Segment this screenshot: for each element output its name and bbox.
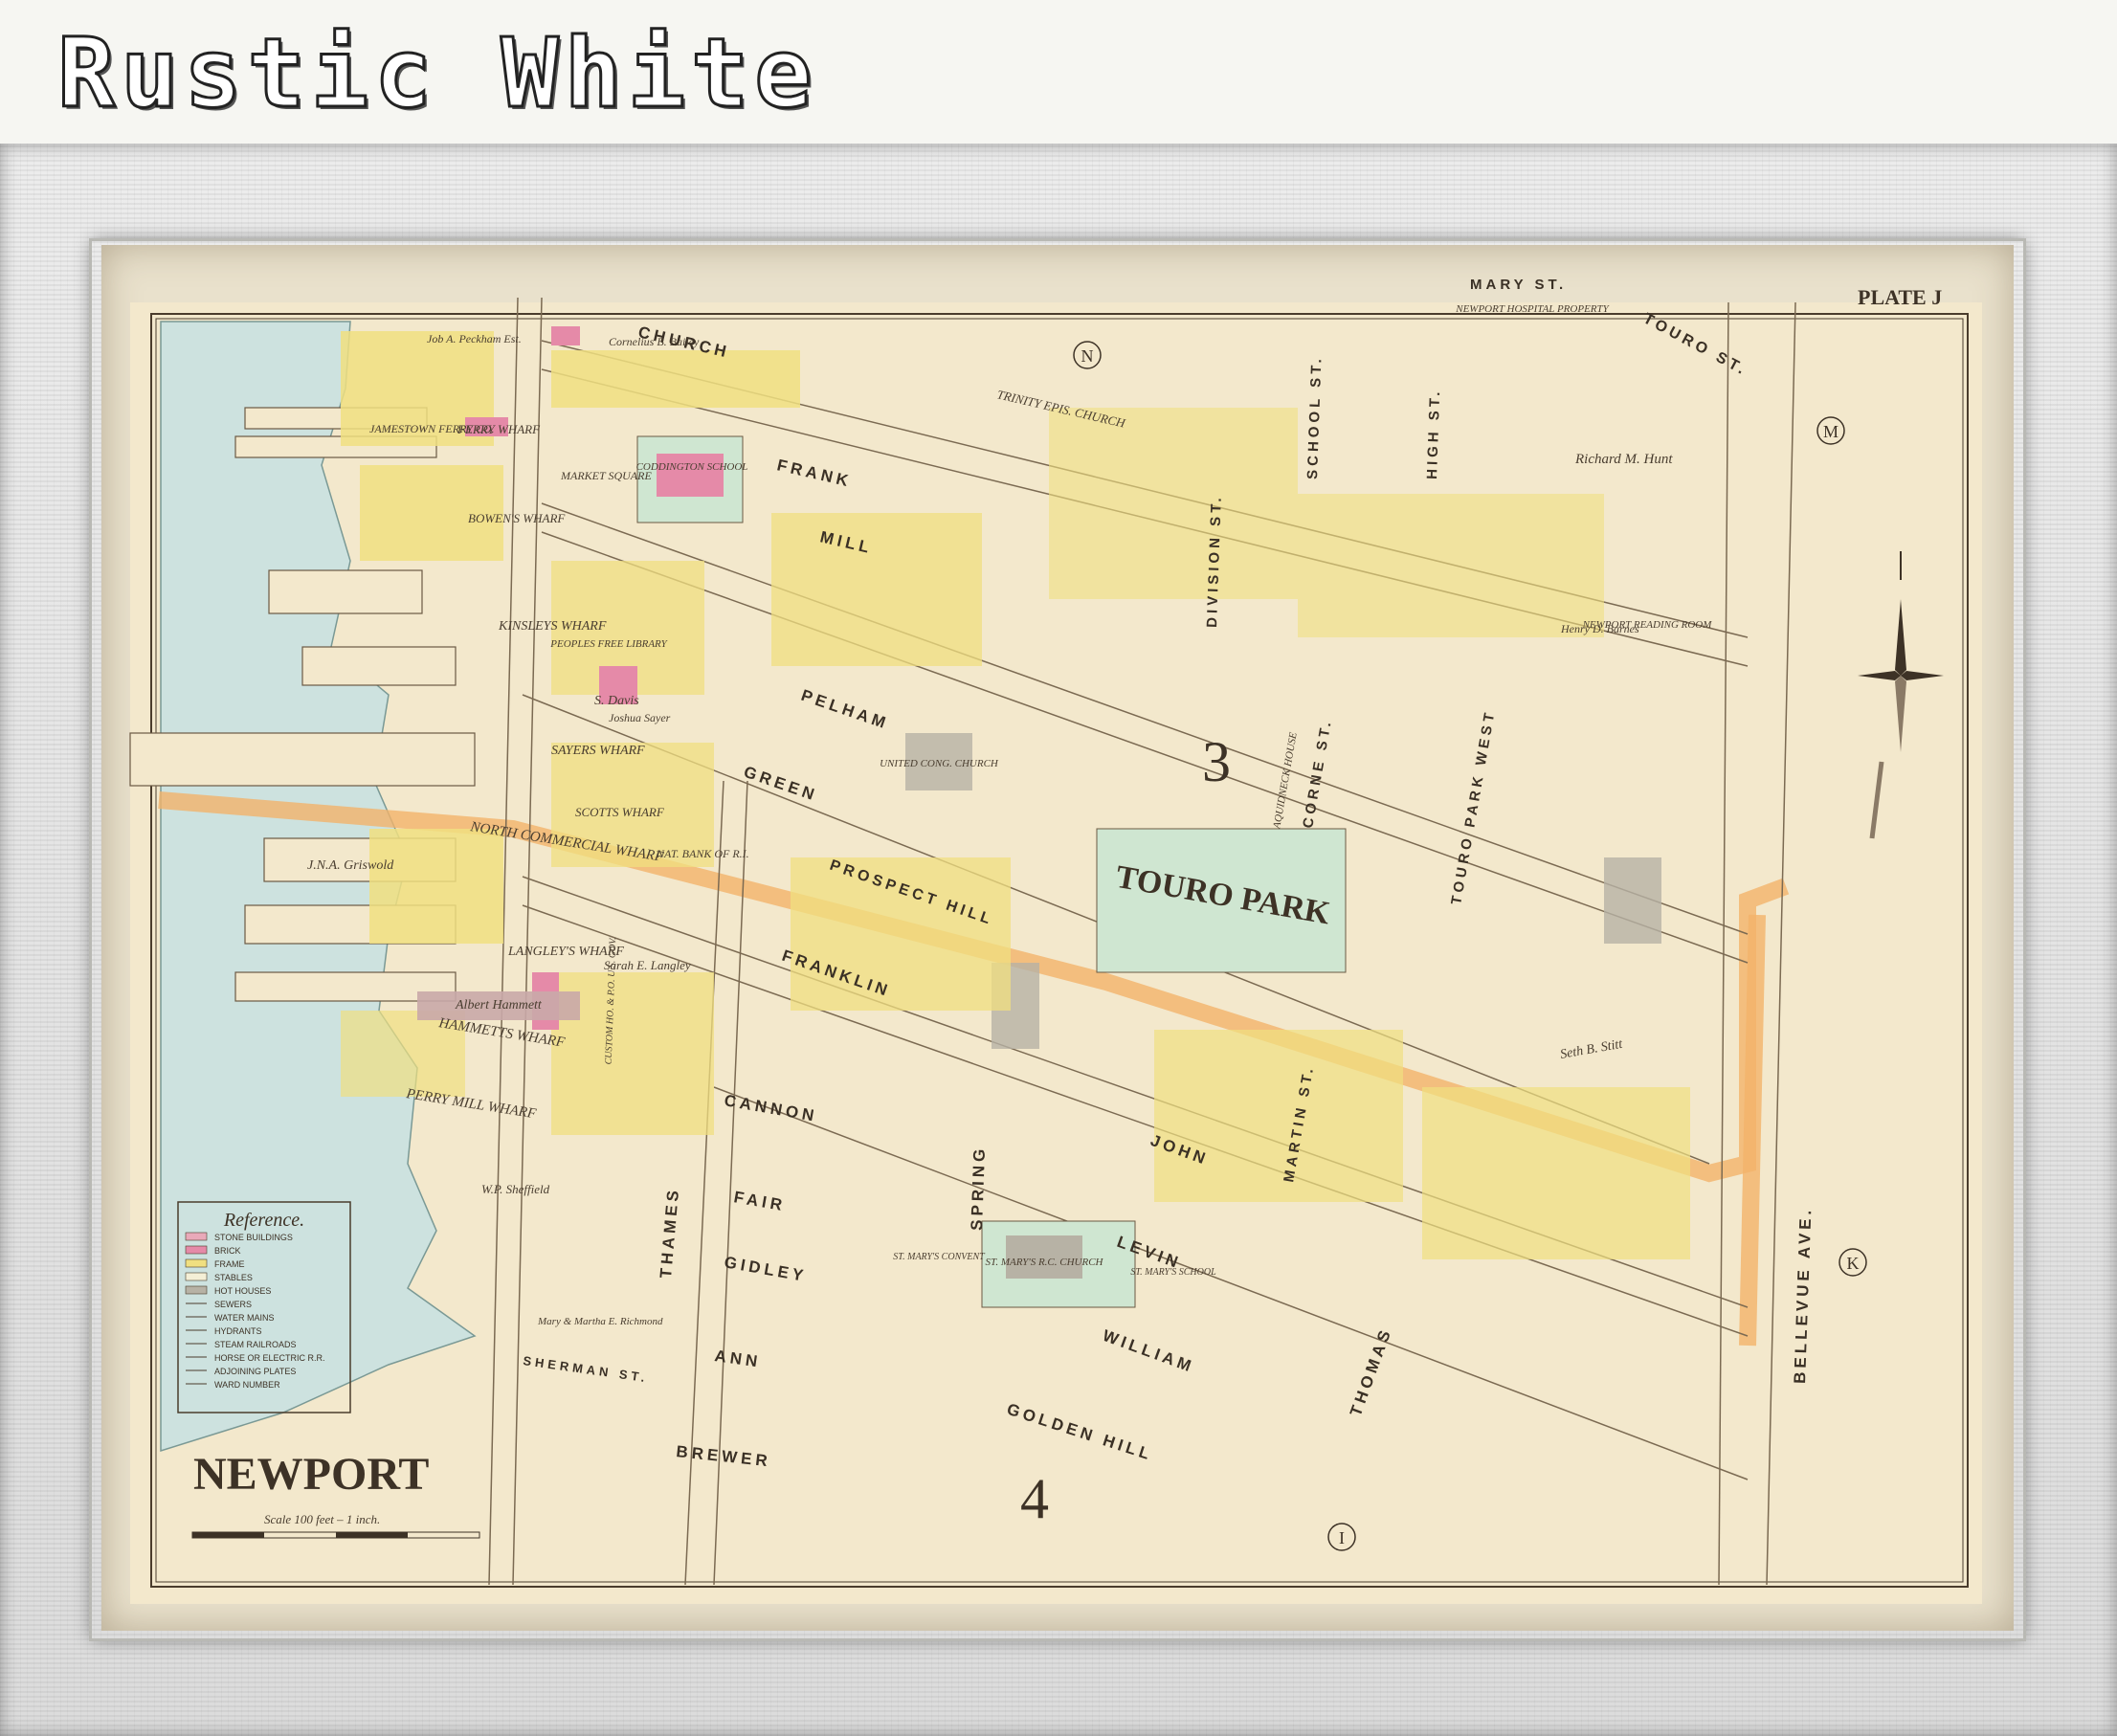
wharf-label-kinsleys: KINSLEYS WHARF (498, 619, 607, 634)
owner-label: Sarah E. Langley (604, 958, 691, 972)
map-scale: Scale 100 feet – 1 inch. (264, 1512, 380, 1526)
street-mary: MARY ST. (1470, 277, 1567, 293)
legend-item-label: STABLES (214, 1273, 253, 1282)
wharf-north-commercial (129, 732, 476, 787)
owner-label: Mary & Martha E. Richmond (537, 1316, 663, 1327)
wharf-label-jamestown: JAMESTOWN FERRY CO. (369, 422, 495, 435)
legend-swatch (185, 1245, 208, 1255)
legend-item-label: SEWERS (214, 1300, 252, 1309)
legend-item-label: WATER MAINS (214, 1313, 275, 1323)
owner-label: S. Davis (594, 694, 639, 708)
owner-label: Cornelius B. Bailey (609, 335, 700, 348)
legend-item-label: HOT HOUSES (214, 1286, 271, 1296)
wharf-label-bowens: BOWEN'S WHARF (468, 511, 566, 525)
landmark-st-marys-church: ST. MARY'S R.C. CHURCH (986, 1257, 1104, 1268)
legend-item-label: BRICK (214, 1246, 241, 1256)
legend-swatch (185, 1285, 208, 1295)
adjoining-plate-i: I (1339, 1528, 1345, 1547)
frame-header: Rustic White (0, 0, 2117, 144)
landmark-st-marys-school: ST. MARY'S SCHOOL (1130, 1267, 1216, 1278)
owner-label: J.N.A. Griswold (307, 858, 394, 873)
landmark-market-square: MARKET SQUARE (560, 469, 652, 482)
legend-item-label: FRAME (214, 1259, 245, 1269)
landmark-united-cong: UNITED CONG. CHURCH (880, 758, 999, 769)
plate-label: PLATE J (1858, 285, 1942, 309)
legend-item-label: WARD NUMBER (214, 1380, 280, 1390)
owner-label: Richard M. Hunt (1574, 452, 1673, 467)
wharf-sayers (301, 646, 457, 686)
legend-item-label: HORSE OR ELECTRIC R.R. (214, 1353, 325, 1363)
legend-item-label: ADJOINING PLATES (214, 1367, 296, 1376)
street-spring: SPRING (968, 1145, 989, 1231)
landmark-peoples-library: PEOPLES FREE LIBRARY (549, 638, 668, 650)
ward-number-3: 3 (1202, 730, 1231, 793)
legend-swatch (185, 1258, 208, 1268)
adjoining-plate-n: N (1081, 346, 1094, 366)
owner-label: Albert Hammett (455, 998, 543, 1013)
street-high: HIGH ST. (1424, 388, 1443, 479)
owner-label: Joshua Sayer (609, 711, 671, 724)
landmark-hospital: NEWPORT HOSPITAL PROPERTY (1455, 303, 1610, 315)
wharf-label-scotts: SCOTTS WHARF (575, 805, 665, 819)
landmark-nat-bank: NAT. BANK OF R.I. (656, 847, 749, 860)
owner-label: Henry D. Barnes (1560, 622, 1639, 635)
frame-style-title: Rustic White (56, 16, 818, 131)
legend-title: Reference. (223, 1210, 304, 1231)
map-title: NEWPORT (193, 1449, 429, 1500)
adjoining-plate-m: M (1823, 422, 1838, 441)
highlighted-bellevue (1739, 914, 1766, 1347)
owner-label: W.P. Sheffield (481, 1182, 550, 1196)
landmark-st-marys-convent: ST. MARY'S CONVENT (893, 1252, 986, 1262)
legend-item-label: HYDRANTS (214, 1326, 262, 1336)
legend-item-label: STONE BUILDINGS (214, 1233, 293, 1242)
wharf-kinsleys (268, 569, 423, 614)
legend-swatch (185, 1272, 208, 1281)
wharf-label-sayers: SAYERS WHARF (551, 744, 645, 758)
ward-number-4: 4 (1020, 1467, 1049, 1530)
landmark-coddington: CODDINGTON SCHOOL (636, 461, 748, 473)
legend-swatch (185, 1232, 208, 1241)
legend-item-label: STEAM RAILROADS (214, 1340, 297, 1349)
newport-map: PLATE J N M K I 3 4 CHURCH FRANK MILL PE… (129, 277, 1982, 1604)
adjoining-plate-k: K (1847, 1254, 1860, 1273)
owner-label: Job A. Peckham Est. (427, 332, 522, 345)
